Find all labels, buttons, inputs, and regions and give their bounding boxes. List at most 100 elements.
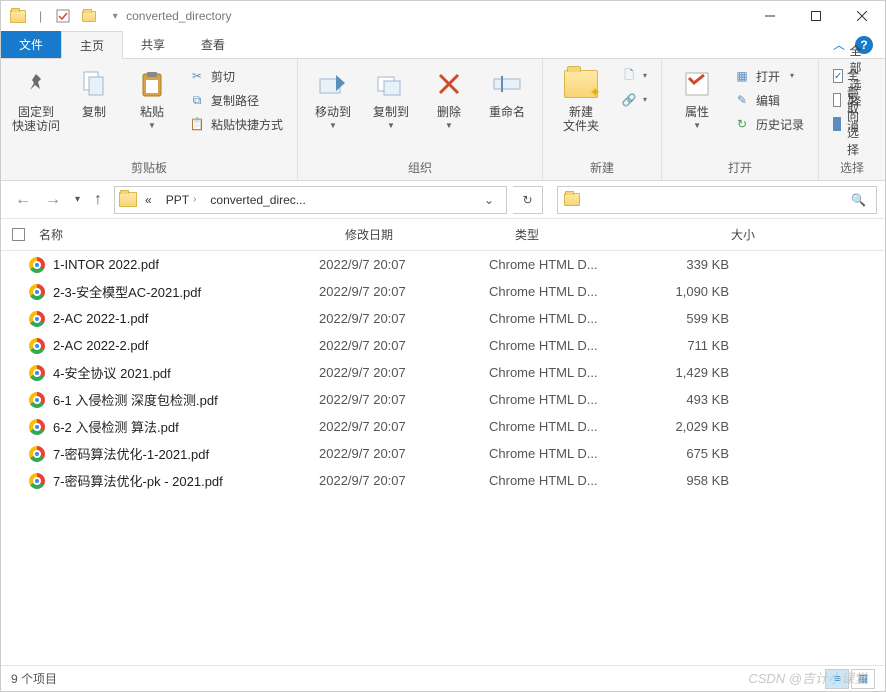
edit-icon: ✎ — [734, 92, 750, 108]
folder-icon — [119, 192, 137, 207]
window-title: converted_directory — [126, 9, 231, 23]
breadcrumb-current[interactable]: converted_direc... — [204, 193, 311, 207]
move-to-icon — [318, 71, 348, 97]
minimize-button[interactable] — [747, 1, 793, 31]
history-icon: ↻ — [734, 116, 750, 132]
folder-small-icon[interactable] — [78, 5, 100, 27]
chrome-icon — [29, 338, 45, 354]
open-button[interactable]: ▦打开▾ — [730, 65, 808, 87]
chevron-down-icon: ▼ — [387, 121, 395, 130]
paste-button[interactable]: 粘贴 ▼ — [123, 63, 181, 134]
cut-button[interactable]: ✂剪切 — [185, 65, 287, 87]
ribbon-group-new: ✦ 新建 文件夹 🗋▾ 🔗▾ 新建 — [543, 59, 662, 180]
address-dropdown-icon[interactable]: ⌄ — [476, 193, 502, 207]
forward-button[interactable]: → — [45, 191, 61, 209]
qat-dropdown-icon[interactable]: ▾ — [104, 5, 126, 27]
file-row[interactable]: 1-INTOR 2022.pdf2022/9/7 20:07Chrome HTM… — [1, 251, 885, 278]
invert-selection-button[interactable]: 反向选择 — [829, 113, 875, 135]
file-row[interactable]: 7-密码算法优化-1-2021.pdf2022/9/7 20:07Chrome … — [1, 440, 885, 467]
file-date: 2022/9/7 20:07 — [319, 365, 489, 380]
close-button[interactable] — [839, 1, 885, 31]
properties-button[interactable]: 属性▼ — [668, 63, 726, 134]
copy-button[interactable]: 复制 — [65, 63, 123, 123]
select-all-checkbox[interactable] — [1, 228, 35, 241]
paste-shortcut-button[interactable]: 📋粘贴快捷方式 — [185, 113, 287, 135]
column-headers: 名称 修改日期 类型 大小 — [1, 219, 885, 251]
column-type[interactable]: 类型 — [515, 226, 665, 243]
file-name: 2-AC 2022-1.pdf — [53, 311, 319, 326]
file-type: Chrome HTML D... — [489, 446, 639, 461]
tab-share[interactable]: 共享 — [123, 31, 183, 58]
up-button[interactable]: ↑ — [94, 191, 102, 209]
search-icon: 🔍 — [841, 193, 876, 207]
file-name: 2-AC 2022-2.pdf — [53, 338, 319, 353]
file-row[interactable]: 6-2 入侵检测 算法.pdf2022/9/7 20:07Chrome HTML… — [1, 413, 885, 440]
file-size: 675 KB — [639, 446, 749, 461]
new-item-button[interactable]: 🗋▾ — [617, 65, 651, 87]
search-box[interactable]: 🔍 — [557, 186, 877, 214]
new-folder-button[interactable]: ✦ 新建 文件夹 — [549, 63, 613, 137]
file-name: 1-INTOR 2022.pdf — [53, 257, 319, 272]
file-row[interactable]: 2-3-安全模型AC-2021.pdf2022/9/7 20:07Chrome … — [1, 278, 885, 305]
qat-checkbox[interactable] — [52, 5, 74, 27]
file-type: Chrome HTML D... — [489, 365, 639, 380]
file-row[interactable]: 2-AC 2022-2.pdf2022/9/7 20:07Chrome HTML… — [1, 332, 885, 359]
tab-view[interactable]: 查看 — [183, 31, 243, 58]
delete-button[interactable]: 删除▼ — [420, 63, 478, 134]
file-type: Chrome HTML D... — [489, 392, 639, 407]
file-name: 7-密码算法优化-1-2021.pdf — [53, 444, 319, 463]
file-type: Chrome HTML D... — [489, 257, 639, 272]
file-size: 1,090 KB — [639, 284, 749, 299]
file-date: 2022/9/7 20:07 — [319, 392, 489, 407]
file-row[interactable]: 7-密码算法优化-pk - 2021.pdf2022/9/7 20:07Chro… — [1, 467, 885, 494]
back-button[interactable]: ← — [15, 191, 31, 209]
easy-access-button[interactable]: 🔗▾ — [617, 89, 651, 111]
recent-dropdown[interactable]: ▾ — [75, 194, 80, 205]
move-to-button[interactable]: 移动到▼ — [304, 63, 362, 134]
pin-button[interactable]: 固定到 快速访问 — [7, 63, 65, 137]
rename-icon — [492, 71, 522, 97]
folder-icon[interactable] — [7, 5, 29, 27]
file-size: 958 KB — [639, 473, 749, 488]
ribbon-group-clipboard: 固定到 快速访问 复制 粘贴 ▼ ✂剪切 ⧉复制路径 📋粘贴快捷方式 剪贴板 — [1, 59, 298, 180]
file-row[interactable]: 6-1 入侵检测 深度包检测.pdf2022/9/7 20:07Chrome H… — [1, 386, 885, 413]
paste-shortcut-icon: 📋 — [189, 116, 205, 132]
breadcrumb-ppt[interactable]: PPT› — [160, 193, 203, 207]
file-size: 1,429 KB — [639, 365, 749, 380]
file-name: 6-1 入侵检测 深度包检测.pdf — [53, 390, 319, 409]
chrome-icon — [29, 392, 45, 408]
rename-button[interactable]: 重命名 — [478, 63, 536, 123]
file-row[interactable]: 4-安全协议 2021.pdf2022/9/7 20:07Chrome HTML… — [1, 359, 885, 386]
ribbon-group-organize: 移动到▼ 复制到▼ 删除▼ 重命名 组织 — [298, 59, 543, 180]
group-label-new: 新建 — [549, 157, 655, 178]
copy-to-button[interactable]: 复制到▼ — [362, 63, 420, 134]
file-date: 2022/9/7 20:07 — [319, 473, 489, 488]
item-count: 9 个项目 — [11, 670, 57, 687]
copy-path-icon: ⧉ — [189, 92, 205, 108]
column-size[interactable]: 大小 — [665, 226, 775, 243]
history-button[interactable]: ↻历史记录 — [730, 113, 808, 135]
refresh-button[interactable]: ↻ — [513, 186, 543, 214]
address-bar[interactable]: « PPT› converted_direc... ⌄ — [114, 186, 507, 214]
file-name: 7-密码算法优化-pk - 2021.pdf — [53, 471, 319, 490]
collapse-ribbon-icon[interactable]: ︿ — [833, 36, 845, 53]
file-date: 2022/9/7 20:07 — [319, 284, 489, 299]
column-modified[interactable]: 修改日期 — [345, 226, 515, 243]
copy-to-icon — [376, 71, 406, 97]
maximize-button[interactable] — [793, 1, 839, 31]
tab-file[interactable]: 文件 — [1, 31, 61, 58]
file-type: Chrome HTML D... — [489, 311, 639, 326]
file-date: 2022/9/7 20:07 — [319, 311, 489, 326]
quick-access-toolbar: | ▾ — [7, 5, 126, 27]
ribbon-tabs: 文件 主页 共享 查看 ︿ ? — [1, 31, 885, 59]
invert-icon — [833, 117, 841, 131]
tab-home[interactable]: 主页 — [61, 31, 123, 59]
file-row[interactable]: 2-AC 2022-1.pdf2022/9/7 20:07Chrome HTML… — [1, 305, 885, 332]
edit-button[interactable]: ✎编辑 — [730, 89, 808, 111]
titlebar: | ▾ converted_directory — [1, 1, 885, 31]
file-type: Chrome HTML D... — [489, 419, 639, 434]
column-name[interactable]: 名称 — [35, 226, 345, 243]
copy-path-button[interactable]: ⧉复制路径 — [185, 89, 287, 111]
chrome-icon — [29, 473, 45, 489]
breadcrumb-prefix[interactable]: « — [139, 193, 158, 207]
